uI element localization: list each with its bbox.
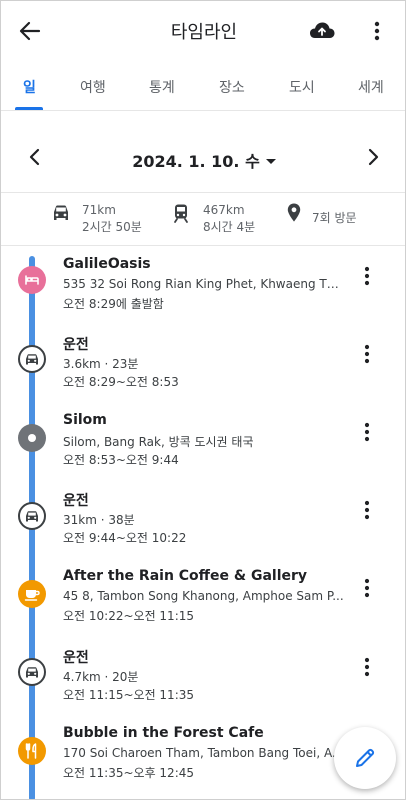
entry-more-icon[interactable] xyxy=(357,342,377,366)
tab-places[interactable]: 장소 xyxy=(219,77,245,97)
hotel-icon xyxy=(18,266,46,294)
coffee-cup-icon xyxy=(18,580,46,608)
tab-world[interactable]: 세계 xyxy=(358,77,384,97)
entry-time: 오전 9:44~오전 10:22 xyxy=(63,531,187,545)
entry-title: GalileOasis xyxy=(63,256,151,272)
day-summary: 71km 2시간 50분 467km 8시간 4분 7회 방문 xyxy=(1,192,405,246)
tab-trips[interactable]: 여행 xyxy=(80,77,106,97)
tab-stats[interactable]: 통계 xyxy=(149,77,175,97)
train-duration: 8시간 4분 xyxy=(203,220,256,234)
timeline-entry[interactable]: Silom Silom, Bang Rak, 방콕 도시권 태국 오전 8:53… xyxy=(1,412,405,490)
entry-more-icon[interactable] xyxy=(357,655,377,679)
entry-title: 운전 xyxy=(63,493,89,509)
timeline-entry[interactable]: After the Rain Coffee & Gallery 45 8, Ta… xyxy=(1,568,405,646)
entry-title: 운전 xyxy=(63,337,89,353)
entry-address: Silom, Bang Rak, 방콕 도시권 태국 xyxy=(63,435,254,449)
train-icon xyxy=(169,201,193,225)
car-icon xyxy=(18,502,46,530)
tab-day[interactable]: 일 xyxy=(23,77,36,97)
timeline-entry[interactable]: 운전 4.7km · 20분 오전 11:15~오전 11:35 xyxy=(1,647,405,725)
tab-cities[interactable]: 도시 xyxy=(289,77,315,97)
entry-address: 170 Soi Charoen Tham, Tambon Bang Toei, … xyxy=(63,746,344,760)
entry-time: 오전 10:22~오전 11:15 xyxy=(63,609,195,623)
pencil-icon xyxy=(356,748,375,767)
chevron-right-icon[interactable] xyxy=(361,145,385,169)
timeline-entry[interactable]: 운전 3.6km · 23분 오전 8:29~오전 8:53 xyxy=(1,334,405,412)
entry-distance: 3.6km · 23분 xyxy=(63,357,139,371)
entry-title: Silom xyxy=(63,412,107,428)
date-navigator: 2024. 1. 10. 수 xyxy=(1,131,405,181)
entry-distance: 31km · 38분 xyxy=(63,513,135,527)
page-title: 타임라인 xyxy=(170,22,238,43)
location-pin-icon xyxy=(282,201,306,225)
visit-count: 7회 방문 xyxy=(312,211,357,225)
entry-more-icon[interactable] xyxy=(357,576,377,600)
entry-title: Bubble in the Forest Cafe xyxy=(63,725,264,741)
car-distance: 71km xyxy=(82,203,116,217)
more-vert-icon[interactable] xyxy=(365,17,389,45)
date-selector[interactable]: 2024. 1. 10. 수 xyxy=(1,148,405,172)
entry-title: 운전 xyxy=(63,650,89,666)
car-icon xyxy=(18,658,46,686)
tab-bar: 일 여행 통계 장소 도시 세계 xyxy=(1,61,405,111)
place-dot-icon xyxy=(18,424,46,452)
date-label: 2024. 1. 10. 수 xyxy=(132,152,260,171)
entry-time: 오전 11:15~오전 11:35 xyxy=(63,688,195,702)
timeline-entry[interactable]: 운전 31km · 38분 오전 9:44~오전 10:22 xyxy=(1,490,405,568)
entry-time: 오전 8:53~오전 9:44 xyxy=(63,453,179,467)
entry-more-icon[interactable] xyxy=(357,420,377,444)
entry-title: After the Rain Coffee & Gallery xyxy=(63,568,308,584)
car-icon xyxy=(18,345,46,373)
entry-address: 535 32 Soi Rong Rian King Phet, Khwaeng … xyxy=(63,277,345,291)
entry-more-icon[interactable] xyxy=(357,498,377,522)
car-icon xyxy=(49,201,73,225)
app-frame: 타임라인 일 여행 통계 장소 도시 세계 2024. 1. 10. 수 71k… xyxy=(0,0,406,800)
edit-fab[interactable] xyxy=(334,727,396,789)
entry-time: 오전 8:29에 출발함 xyxy=(63,297,164,311)
restaurant-icon xyxy=(18,737,46,765)
car-duration: 2시간 50분 xyxy=(82,220,142,234)
entry-time: 오전 11:35~오후 12:45 xyxy=(63,766,195,780)
app-bar: 타임라인 xyxy=(1,1,405,61)
entry-address: 45 8, Tambon Song Khanong, Amphoe Sam P.… xyxy=(63,589,344,603)
timeline-entry[interactable]: GalileOasis 535 32 Soi Rong Rian King Ph… xyxy=(1,256,405,334)
entry-distance: 4.7km · 20분 xyxy=(63,670,139,684)
cloud-upload-icon[interactable] xyxy=(307,17,337,45)
dropdown-caret-icon xyxy=(265,159,276,164)
entry-more-icon[interactable] xyxy=(357,264,377,288)
entry-time: 오전 8:29~오전 8:53 xyxy=(63,375,179,389)
train-distance: 467km xyxy=(203,203,245,217)
active-tab-indicator xyxy=(15,107,43,110)
